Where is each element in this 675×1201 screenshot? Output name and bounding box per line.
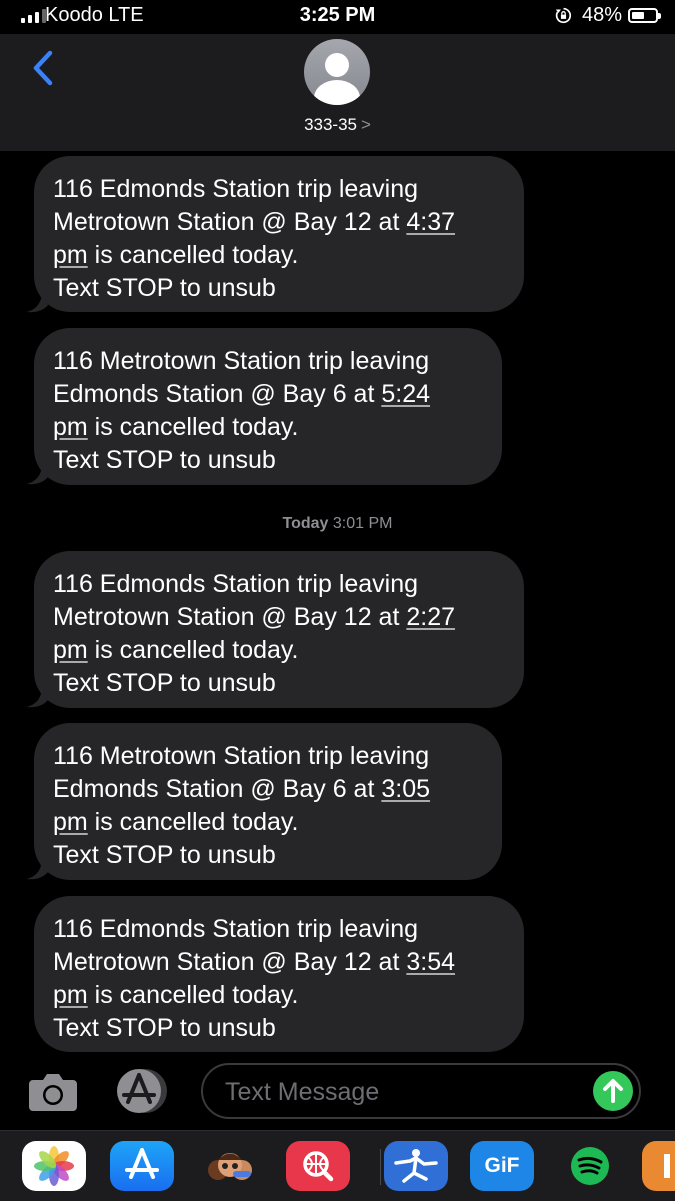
message-line: 116 Metrotown Station trip leaving (53, 347, 430, 375)
time-link[interactable]: pm (53, 636, 88, 664)
message-line: is cancelled today. (87, 413, 299, 441)
message-line: Metrotown Station @ Bay 12 at (53, 603, 407, 631)
time-link[interactable]: 3:05 (381, 775, 430, 803)
compose-bar (0, 1054, 675, 1130)
message-line: Text STOP to unsub (53, 841, 276, 869)
message-bubble[interactable]: 116 Metrotown Station trip leaving Edmon… (34, 328, 502, 485)
message-line: Text STOP to unsub (53, 1014, 276, 1042)
time-link[interactable]: pm (53, 981, 88, 1009)
rotation-lock-icon (555, 7, 572, 24)
timestamp-time: 3:01 PM (332, 515, 393, 532)
message-line: Edmonds Station @ Bay 6 at (53, 775, 382, 803)
time-link[interactable]: 4:37 (406, 208, 455, 236)
message-bubble[interactable]: 116 Edmonds Station trip leaving Metroto… (34, 551, 524, 708)
web-search-icon[interactable] (286, 1141, 350, 1191)
message-line: Text STOP to unsub (53, 274, 276, 302)
message-thread[interactable]: 116 Edmonds Station trip leaving Metroto… (0, 151, 675, 1054)
message-line: Text STOP to unsub (53, 669, 276, 697)
time-link[interactable]: 2:27 (406, 603, 455, 631)
imessage-app-drawer: GiF (0, 1130, 675, 1201)
message-line: is cancelled today. (87, 636, 299, 664)
contact-number: 333-35 (304, 115, 357, 134)
app-store-icon[interactable] (110, 1141, 174, 1191)
photos-icon[interactable] (22, 1141, 86, 1191)
back-chevron-icon[interactable] (30, 49, 60, 89)
arrow-up-icon (603, 1079, 623, 1103)
message-line: Text STOP to unsub (53, 446, 276, 474)
battery-icon (628, 8, 661, 23)
message-line: is cancelled today. (87, 241, 299, 269)
timestamp-day: Today (282, 515, 329, 532)
message-bubble[interactable]: 116 Edmonds Station trip leaving Metroto… (34, 896, 524, 1052)
send-button[interactable] (593, 1071, 633, 1111)
time-link[interactable]: pm (53, 413, 88, 441)
time-link[interactable]: 5:24 (381, 380, 430, 408)
message-line: 116 Edmonds Station trip leaving (53, 570, 419, 598)
fitness-app-icon[interactable] (384, 1141, 448, 1191)
time-link[interactable]: pm (53, 808, 88, 836)
message-line: Metrotown Station @ Bay 12 at (53, 208, 407, 236)
drawer-divider (380, 1149, 381, 1185)
bubble-tail (26, 858, 48, 880)
status-time: 3:25 PM (299, 4, 376, 26)
person-icon (325, 53, 349, 77)
message-line: Edmonds Station @ Bay 6 at (53, 380, 382, 408)
bubble-tail (26, 291, 48, 313)
message-bubble[interactable]: 116 Edmonds Station trip leaving Metroto… (34, 156, 524, 312)
message-line: 116 Metrotown Station trip leaving (53, 742, 430, 770)
chevron-right-icon: > (361, 115, 371, 134)
conversation-header: 333-35 > (0, 34, 675, 151)
spotify-icon[interactable] (558, 1141, 622, 1191)
partial-app-icon[interactable] (642, 1141, 675, 1191)
message-line: is cancelled today. (87, 981, 299, 1009)
message-line: 116 Edmonds Station trip leaving (53, 175, 419, 203)
battery-percentage: 48% (582, 4, 623, 26)
contact-name[interactable]: 333-35 > (0, 115, 675, 135)
message-line: 116 Edmonds Station trip leaving (53, 915, 419, 943)
bubble-tail (26, 463, 48, 485)
time-link[interactable]: pm (53, 241, 88, 269)
message-input-field[interactable] (201, 1063, 641, 1119)
memoji-icon[interactable] (198, 1141, 262, 1191)
time-link[interactable]: 3:54 (406, 948, 455, 976)
camera-icon[interactable] (28, 1070, 78, 1112)
status-bar: Koodo LTE 3:25 PM 48% (0, 0, 675, 34)
message-line: Metrotown Station @ Bay 12 at (53, 948, 407, 976)
thread-timestamp: Today 3:01 PM (0, 515, 675, 533)
bubble-tail (26, 686, 48, 708)
message-input[interactable] (223, 1065, 587, 1119)
contact-avatar[interactable] (304, 39, 370, 105)
app-store-apps-icon[interactable] (112, 1066, 172, 1116)
gif-label: GiF (484, 1154, 520, 1177)
message-bubble[interactable]: 116 Metrotown Station trip leaving Edmon… (34, 723, 502, 880)
message-line: is cancelled today. (87, 808, 299, 836)
gif-icon[interactable]: GiF (470, 1141, 534, 1191)
